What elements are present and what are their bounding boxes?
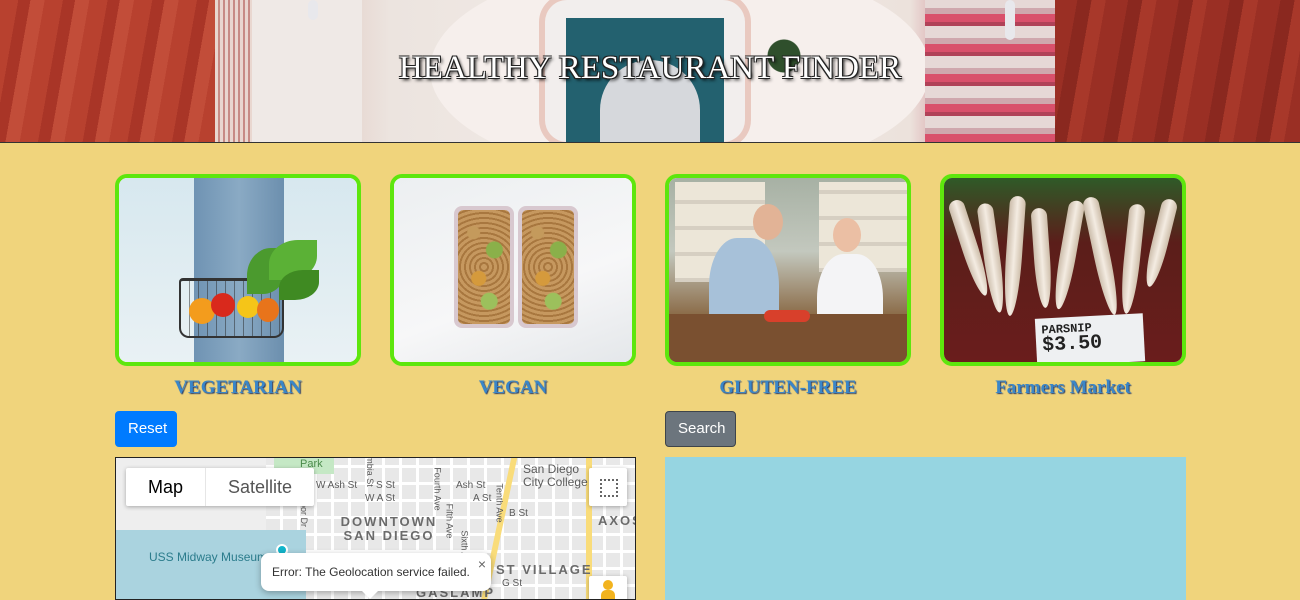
map-label: Fourth Ave bbox=[432, 467, 443, 511]
hero-divider bbox=[0, 142, 1300, 143]
map-label: W A St bbox=[365, 493, 396, 504]
map-label: umbia St bbox=[364, 457, 375, 487]
pegman-icon bbox=[603, 580, 613, 590]
map-type-map-button[interactable]: Map bbox=[126, 468, 207, 506]
fork-icon bbox=[308, 0, 318, 20]
map-district-label: ST VILLAGE bbox=[496, 562, 593, 577]
page-title: HEALTHY RESTAURANT FINDER bbox=[398, 50, 902, 86]
hero-banner: HEALTHY RESTAURANT FINDER bbox=[0, 0, 1300, 142]
results-panel bbox=[665, 457, 1186, 600]
category-label-farmers-market[interactable]: Farmers Market bbox=[940, 377, 1186, 399]
knife-icon bbox=[1005, 0, 1015, 40]
map-label: S St bbox=[376, 480, 395, 491]
category-card-farmers-market[interactable]: PARSNIP $3.50 bbox=[940, 174, 1186, 366]
map-type-satellite-button[interactable]: Satellite bbox=[206, 468, 314, 506]
map-widget[interactable]: Park W Ash St S St Ash St W A St A St B … bbox=[115, 457, 636, 600]
map-label: USS Midway Museum bbox=[149, 550, 268, 564]
map-district-label: DOWNTOWN SAN DIEGO bbox=[340, 514, 438, 543]
close-icon[interactable]: × bbox=[478, 557, 486, 571]
pegman-body bbox=[601, 590, 615, 599]
category-label-gluten-free[interactable]: GLUTEN-FREE bbox=[665, 377, 911, 399]
farmers-market-image: PARSNIP $3.50 bbox=[944, 178, 1182, 362]
map-label: Ash St bbox=[456, 480, 486, 491]
price-sign: PARSNIP $3.50 bbox=[1034, 313, 1146, 362]
gluten-free-image bbox=[669, 178, 907, 362]
category-label-vegetarian[interactable]: VEGETARIAN bbox=[115, 377, 361, 399]
reset-button[interactable]: Reset bbox=[115, 411, 177, 447]
category-card-vegetarian[interactable] bbox=[115, 174, 361, 366]
category-card-gluten-free[interactable] bbox=[665, 174, 911, 366]
map-label: B St bbox=[509, 508, 528, 519]
map-label: A St bbox=[473, 493, 492, 504]
map-label: W Ash St bbox=[316, 480, 358, 491]
street-view-control[interactable] bbox=[589, 576, 627, 599]
map-label: Fifth Ave bbox=[444, 503, 455, 539]
vegetarian-image bbox=[119, 178, 357, 362]
map-info-window: Error: The Geolocation service failed. × bbox=[261, 553, 491, 599]
map-district-label: AXOS bbox=[598, 513, 635, 528]
category-card-vegan[interactable] bbox=[390, 174, 636, 366]
fullscreen-icon[interactable] bbox=[589, 468, 627, 506]
search-button[interactable]: Search bbox=[665, 411, 736, 447]
map-label: Tenth Ave bbox=[494, 483, 505, 523]
category-label-vegan[interactable]: VEGAN bbox=[390, 377, 636, 399]
map-label: G St bbox=[502, 578, 523, 589]
map-label: San Diego City College bbox=[523, 462, 588, 489]
geolocation-error-text: Error: The Geolocation service failed. bbox=[272, 565, 470, 579]
vegan-image bbox=[394, 178, 632, 362]
map-type-control[interactable]: Map Satellite bbox=[126, 468, 315, 506]
